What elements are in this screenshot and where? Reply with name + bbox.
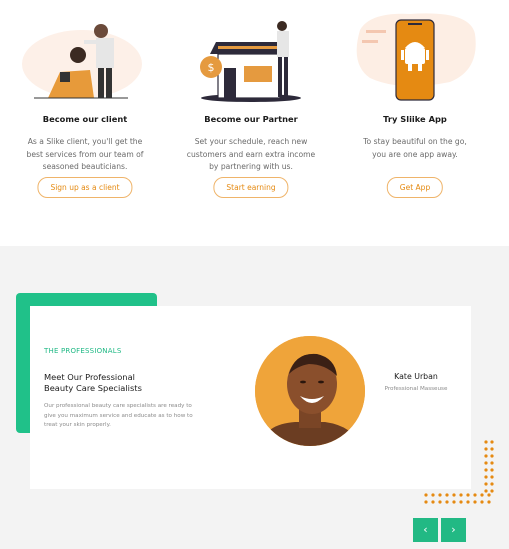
professionals-section: THE PROFESSIONALS Meet Our Professional … (0, 246, 509, 549)
card-description: Set your schedule, reach new customers a… (166, 136, 336, 174)
desc-line: customers and earn extra income (186, 149, 316, 159)
chevron-right-icon: › (451, 523, 456, 536)
headline-line: Meet Our Professional (44, 372, 135, 382)
blurb-line: Our professional beauty care specialists… (44, 403, 192, 409)
section-headline: Meet Our Professional Beauty Care Specia… (44, 372, 184, 394)
card-client: Become our client As a Slike client, you… (0, 0, 170, 198)
prev-button[interactable]: ‹ (413, 518, 438, 542)
card-description: To stay beautiful on the go, you are one… (330, 136, 500, 161)
person-name: Kate Urban (394, 372, 438, 381)
desc-line: Set your schedule, reach new (194, 137, 308, 146)
avatar (255, 336, 365, 446)
next-button[interactable]: › (441, 518, 466, 542)
card-title: Become our client (42, 114, 128, 124)
card-title: Become our Partner (204, 114, 298, 124)
card-app: Try Sliike App To stay beautiful on the … (330, 0, 500, 198)
professionals-card: THE PROFESSIONALS Meet Our Professional … (30, 306, 471, 542)
start-earning-button[interactable]: Start earning (213, 177, 289, 198)
blurb-line: treat your skin properly. (44, 422, 111, 428)
chevron-left-icon: ‹ (423, 523, 428, 536)
get-app-button[interactable]: Get App (386, 177, 444, 198)
card-partner: $ Become our Partner Set your schedule, … (166, 0, 336, 198)
section-blurb: Our professional beauty care specialists… (44, 402, 219, 431)
house-shop-illustration: $ (166, 0, 336, 110)
blurb-line: give you maximum service and educate as … (44, 412, 193, 419)
desc-line: best services from our team of (26, 149, 144, 159)
person-role: Professional Masseuse (384, 386, 448, 392)
headline-line: Beauty Care Specialists (44, 383, 142, 393)
desc-line: by partnering with us. (209, 162, 293, 171)
card-title: Try Sliike App (383, 114, 447, 124)
desc-line: you are one app away. (372, 149, 458, 159)
svg-text:$: $ (208, 61, 215, 74)
android-phone-illustration (330, 0, 500, 110)
section-tag: THE PROFESSIONALS (44, 347, 122, 355)
barber-illustration (0, 0, 170, 110)
desc-line: seasoned beauticians. (42, 162, 128, 171)
card-description: As a Slike client, you'll get the best s… (0, 136, 170, 174)
desc-line: As a Slike client, you'll get the (27, 137, 143, 146)
page: Become our client As a Slike client, you… (0, 0, 509, 549)
services-section: Become our client As a Slike client, you… (0, 0, 509, 246)
desc-line: To stay beautiful on the go, (363, 137, 467, 146)
sign-up-client-button[interactable]: Sign up as a client (37, 177, 133, 198)
